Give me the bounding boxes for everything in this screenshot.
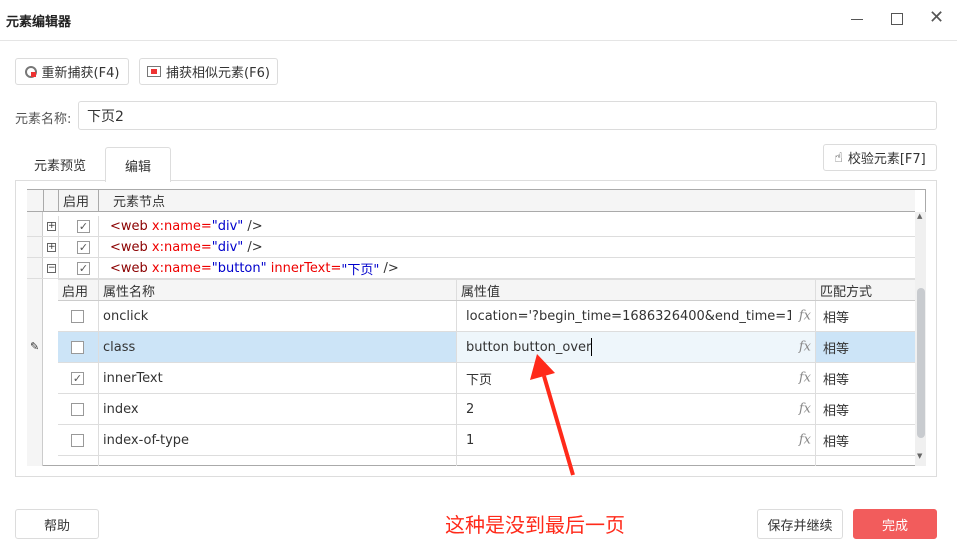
annotation-text: 这种是没到最后一页 — [445, 513, 625, 537]
tab-label: 编辑 — [124, 159, 151, 175]
save-continue-label: 保存并继续 — [767, 518, 833, 534]
save-continue-button[interactable]: 保存并继续 — [757, 509, 843, 539]
tab-edit[interactable]: 编辑 — [105, 147, 171, 182]
help-button[interactable]: 帮助 — [15, 509, 99, 539]
help-label: 帮助 — [43, 518, 70, 534]
done-button[interactable]: 完成 — [853, 509, 937, 539]
done-label: 完成 — [881, 518, 908, 534]
annotation-arrow — [530, 354, 575, 476]
